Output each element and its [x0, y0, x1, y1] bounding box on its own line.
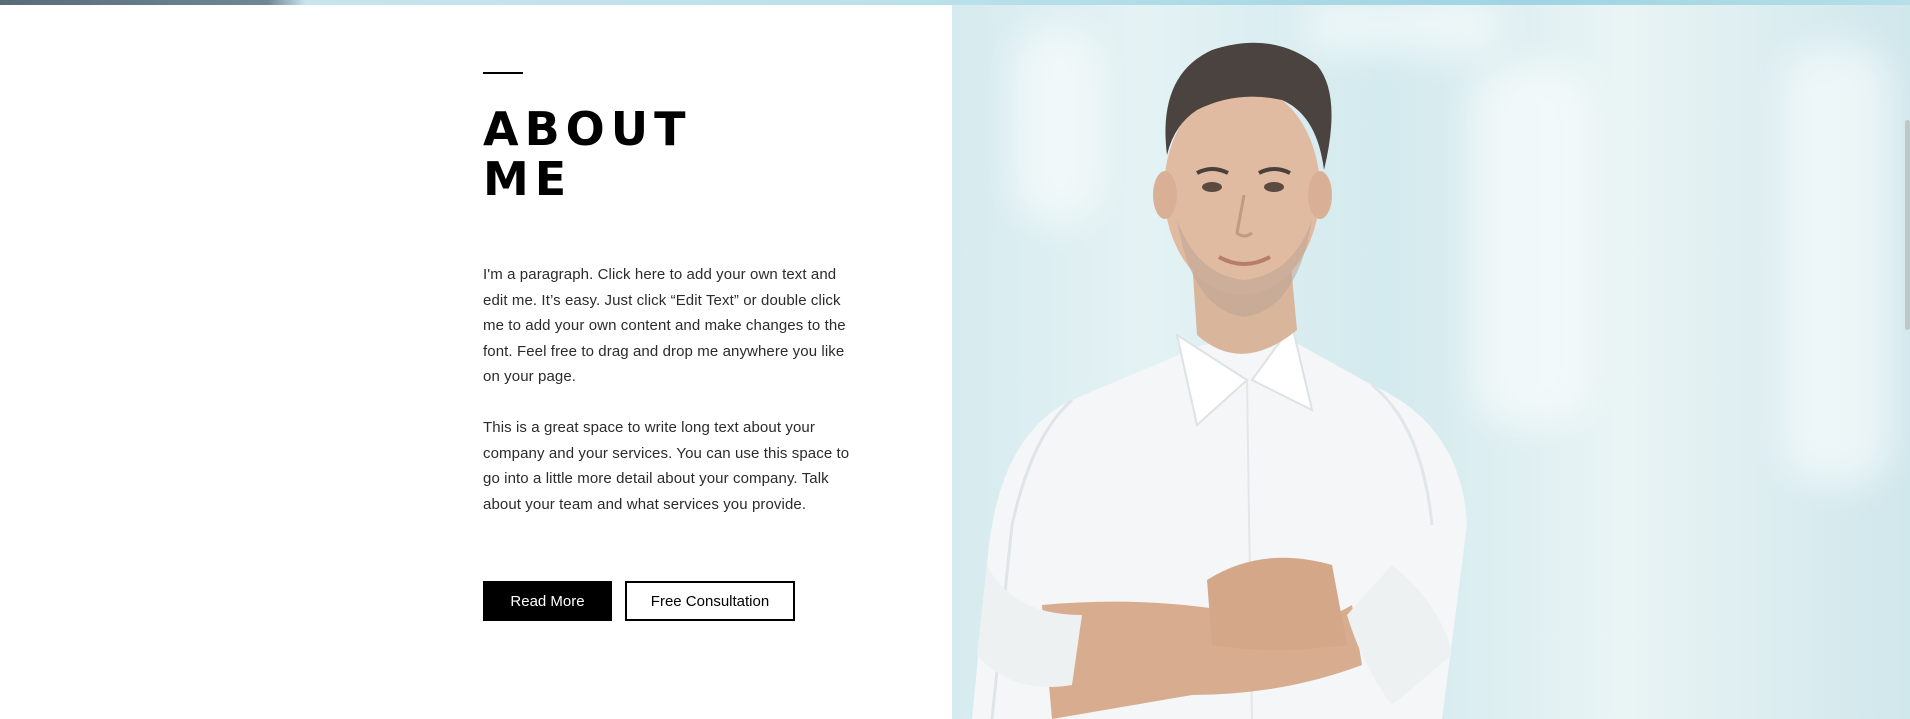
free-consultation-button[interactable]: Free Consultation — [625, 581, 795, 621]
about-title: ABOUT ME — [483, 104, 743, 204]
about-paragraph-1[interactable]: I'm a paragraph. Click here to add your … — [483, 262, 863, 390]
page: ABOUT ME I'm a paragraph. Click here to … — [0, 0, 1910, 719]
man-portrait-illustration — [972, 42, 1467, 719]
scrollbar-thumb[interactable] — [1905, 120, 1910, 330]
read-more-button[interactable]: Read More — [483, 581, 612, 621]
about-paragraph-2[interactable]: This is a great space to write long text… — [483, 415, 863, 517]
about-title-line1: ABOUT — [483, 102, 692, 156]
title-accent-line — [483, 72, 523, 74]
about-section: ABOUT ME I'm a paragraph. Click here to … — [483, 0, 913, 719]
about-title-line2: ME — [483, 152, 573, 206]
portrait-photo — [952, 5, 1910, 719]
